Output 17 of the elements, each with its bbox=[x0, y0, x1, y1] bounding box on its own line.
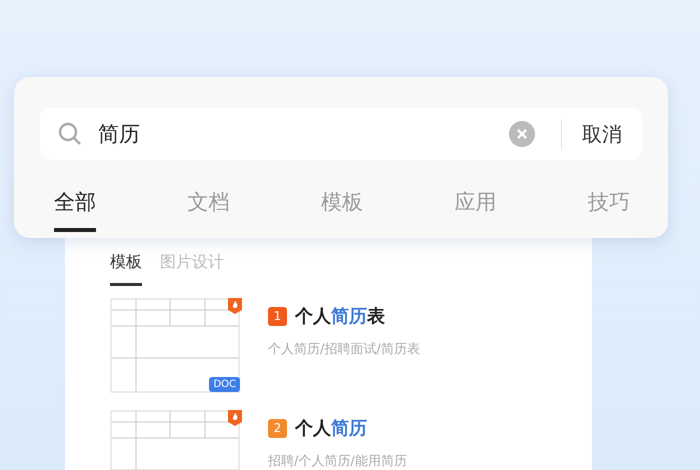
document-thumbnail[interactable]: DOC bbox=[110, 298, 246, 396]
tab[interactable]: 全部 bbox=[54, 188, 96, 232]
result-title[interactable]: 个人简历表 bbox=[295, 304, 385, 328]
rank-badge: 2 bbox=[268, 418, 287, 438]
file-type-badge: DOC bbox=[209, 377, 240, 392]
sub-tab[interactable]: 模板 bbox=[110, 248, 142, 286]
search-icon bbox=[58, 122, 82, 146]
flame-badge-icon bbox=[228, 410, 242, 426]
cancel-button[interactable]: 取消 bbox=[576, 116, 628, 152]
result-tags: 招聘/个人简历/能用简历 bbox=[268, 452, 407, 470]
rank-badge: 1 bbox=[268, 306, 287, 326]
result-tags: 个人简历/招聘面试/简历表 bbox=[268, 340, 420, 358]
clear-icon[interactable] bbox=[509, 121, 535, 147]
search-query: 简历 bbox=[98, 121, 141, 148]
flame-badge-icon bbox=[228, 298, 242, 314]
result-title[interactable]: 个人简历 bbox=[295, 416, 367, 440]
search-field[interactable]: 简历 取消 bbox=[40, 108, 642, 160]
